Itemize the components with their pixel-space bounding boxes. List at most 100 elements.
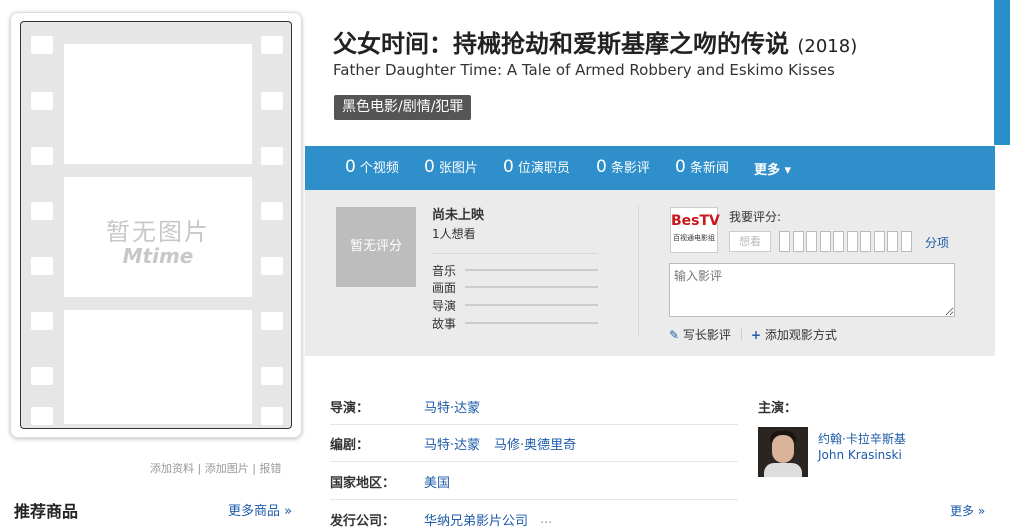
page-title: 父女时间：持械抢劫和爱斯基摩之吻的传说 (2018) <box>333 24 857 59</box>
sub-rating-story-bar <box>465 322 598 324</box>
film-sprocket-hole <box>31 257 53 275</box>
score-box[interactable] <box>792 231 804 252</box>
sub-rating-director-bar <box>465 304 598 306</box>
film-sprocket-hole <box>261 92 283 110</box>
film-frame-top <box>64 44 252 164</box>
actor-name-cn[interactable]: 约翰·卡拉辛斯基 <box>818 430 906 447</box>
poster-action-links[interactable]: 添加资料 | 添加图片 | 报错 <box>150 460 281 476</box>
sub-rating-music-bar <box>465 269 598 271</box>
mtime-logo: Mtime <box>122 244 194 268</box>
side-accent-bar <box>994 0 1010 145</box>
plus-icon: + <box>751 328 762 342</box>
distributor-label: 发行公司： <box>330 514 396 529</box>
score-box[interactable] <box>779 231 790 252</box>
more-products-link[interactable]: 更多商品 » <box>228 500 292 519</box>
rating-panel: 暂无评分 尚未上映 1人想看 音乐 画面 导演 故事 BesTV 百视通电影组 … <box>305 190 995 356</box>
writer-link-2[interactable]: 马修·奥德里奇 <box>494 434 576 453</box>
bestv-logo: BesTV 百视通电影组 <box>670 207 720 253</box>
film-frame-bottom <box>64 310 252 424</box>
add-watch-method-link[interactable]: + 添加观影方式 <box>751 326 837 343</box>
sub-rating-music: 音乐 <box>432 264 457 278</box>
stat-videos[interactable]: 0 个视频 <box>345 157 399 177</box>
film-sprocket-hole <box>31 407 53 425</box>
release-status: 尚未上映 <box>432 208 485 223</box>
stats-more-dropdown[interactable]: 更多 ▾ <box>754 159 791 178</box>
link-separator <box>741 328 742 340</box>
write-long-review-label: 写长影评 <box>682 328 731 342</box>
distributor-link[interactable]: 华纳兄弟影片公司 <box>424 510 528 529</box>
stat-news[interactable]: 0 条新闻 <box>675 157 729 177</box>
stat-reviews[interactable]: 0 条影评 <box>596 157 650 177</box>
recommend-title: 推荐商品 <box>14 502 79 521</box>
writer-label: 编剧： <box>330 438 370 453</box>
no-image-text: 暂无图片 <box>106 218 210 246</box>
score-box[interactable] <box>819 231 831 252</box>
actor-name-en[interactable]: John Krasinski <box>818 448 902 462</box>
score-box[interactable] <box>806 231 817 252</box>
score-box[interactable] <box>846 231 858 252</box>
detailed-score-link[interactable]: 分项 <box>925 234 949 251</box>
score-box[interactable] <box>860 231 871 252</box>
stat-cast-label: 位演职员 <box>517 161 570 176</box>
sub-rating-visual: 画面 <box>432 281 457 295</box>
avatar-shirt <box>764 463 802 477</box>
film-sprocket-hole <box>261 36 283 54</box>
movie-year: (2018) <box>797 36 858 57</box>
film-sprocket-hole <box>31 202 53 220</box>
writer-link-1[interactable]: 马特·达蒙 <box>424 434 480 453</box>
poster-card: 暂无图片 Mtime <box>10 12 302 438</box>
film-sprocket-hole <box>31 147 53 165</box>
genre-badge: 黑色电影/剧情/犯罪 <box>334 95 472 120</box>
stat-cast[interactable]: 0 位演职员 <box>503 157 570 177</box>
info-divider <box>330 499 738 500</box>
score-box[interactable] <box>833 231 844 252</box>
movie-title-cn: 父女时间：持械抢劫和爱斯基摩之吻的传说 <box>333 30 789 58</box>
film-sprocket-hole <box>261 312 283 330</box>
add-watch-method-label: 添加观影方式 <box>764 328 837 342</box>
movie-title-en: Father Daughter Time: A Tale of Armed Ro… <box>333 61 835 79</box>
poster-placeholder: 暂无图片 Mtime <box>20 21 292 429</box>
stat-videos-label: 个视频 <box>359 161 399 176</box>
score-box[interactable] <box>900 231 912 252</box>
film-sprocket-hole <box>261 147 283 165</box>
no-score-box: 暂无评分 <box>336 207 416 287</box>
info-divider <box>330 461 738 462</box>
cast-more-link[interactable]: 更多 » <box>950 502 985 519</box>
stat-reviews-label: 条影评 <box>610 161 650 176</box>
score-box[interactable] <box>873 231 885 252</box>
want-to-see-button[interactable]: 想看 <box>729 231 771 252</box>
director-label: 导演： <box>330 401 370 416</box>
film-sprocket-hole <box>31 367 53 385</box>
review-input[interactable] <box>669 263 955 317</box>
write-long-review-link[interactable]: ✎ 写长影评 <box>669 326 731 343</box>
sub-rating-visual-bar <box>465 286 598 288</box>
want-count: 1人想看 <box>432 227 476 241</box>
stat-cast-count: 0 <box>503 157 514 177</box>
film-sprocket-hole <box>261 367 283 385</box>
stat-reviews-count: 0 <box>596 157 607 177</box>
country-label: 国家地区： <box>330 476 396 491</box>
film-sprocket-hole <box>31 36 53 54</box>
director-link[interactable]: 马特·达蒙 <box>424 397 480 416</box>
sub-rating-director: 导演 <box>432 299 457 313</box>
bestv-logo-subtext: 百视通电影组 <box>673 234 715 242</box>
stat-images-count: 0 <box>424 157 435 177</box>
pen-icon: ✎ <box>669 328 680 342</box>
film-sprocket-hole <box>261 202 283 220</box>
country-link[interactable]: 美国 <box>424 472 450 491</box>
bestv-logo-text: BesTV <box>671 213 720 229</box>
score-box[interactable] <box>887 231 898 252</box>
avatar-face <box>772 435 794 463</box>
film-sprocket-hole <box>31 312 53 330</box>
cast-label: 主演： <box>758 401 798 416</box>
actor-avatar[interactable] <box>758 427 808 477</box>
stat-images[interactable]: 0 张图片 <box>424 157 478 177</box>
stat-images-label: 张图片 <box>438 161 478 176</box>
stat-videos-count: 0 <box>345 157 356 177</box>
rating-divider <box>432 253 598 254</box>
sub-rating-story: 故事 <box>432 317 457 331</box>
film-sprocket-hole <box>261 257 283 275</box>
film-sprocket-hole <box>31 92 53 110</box>
distributor-more[interactable]: ... <box>540 512 552 527</box>
my-rating-label: 我要评分: <box>729 210 782 224</box>
